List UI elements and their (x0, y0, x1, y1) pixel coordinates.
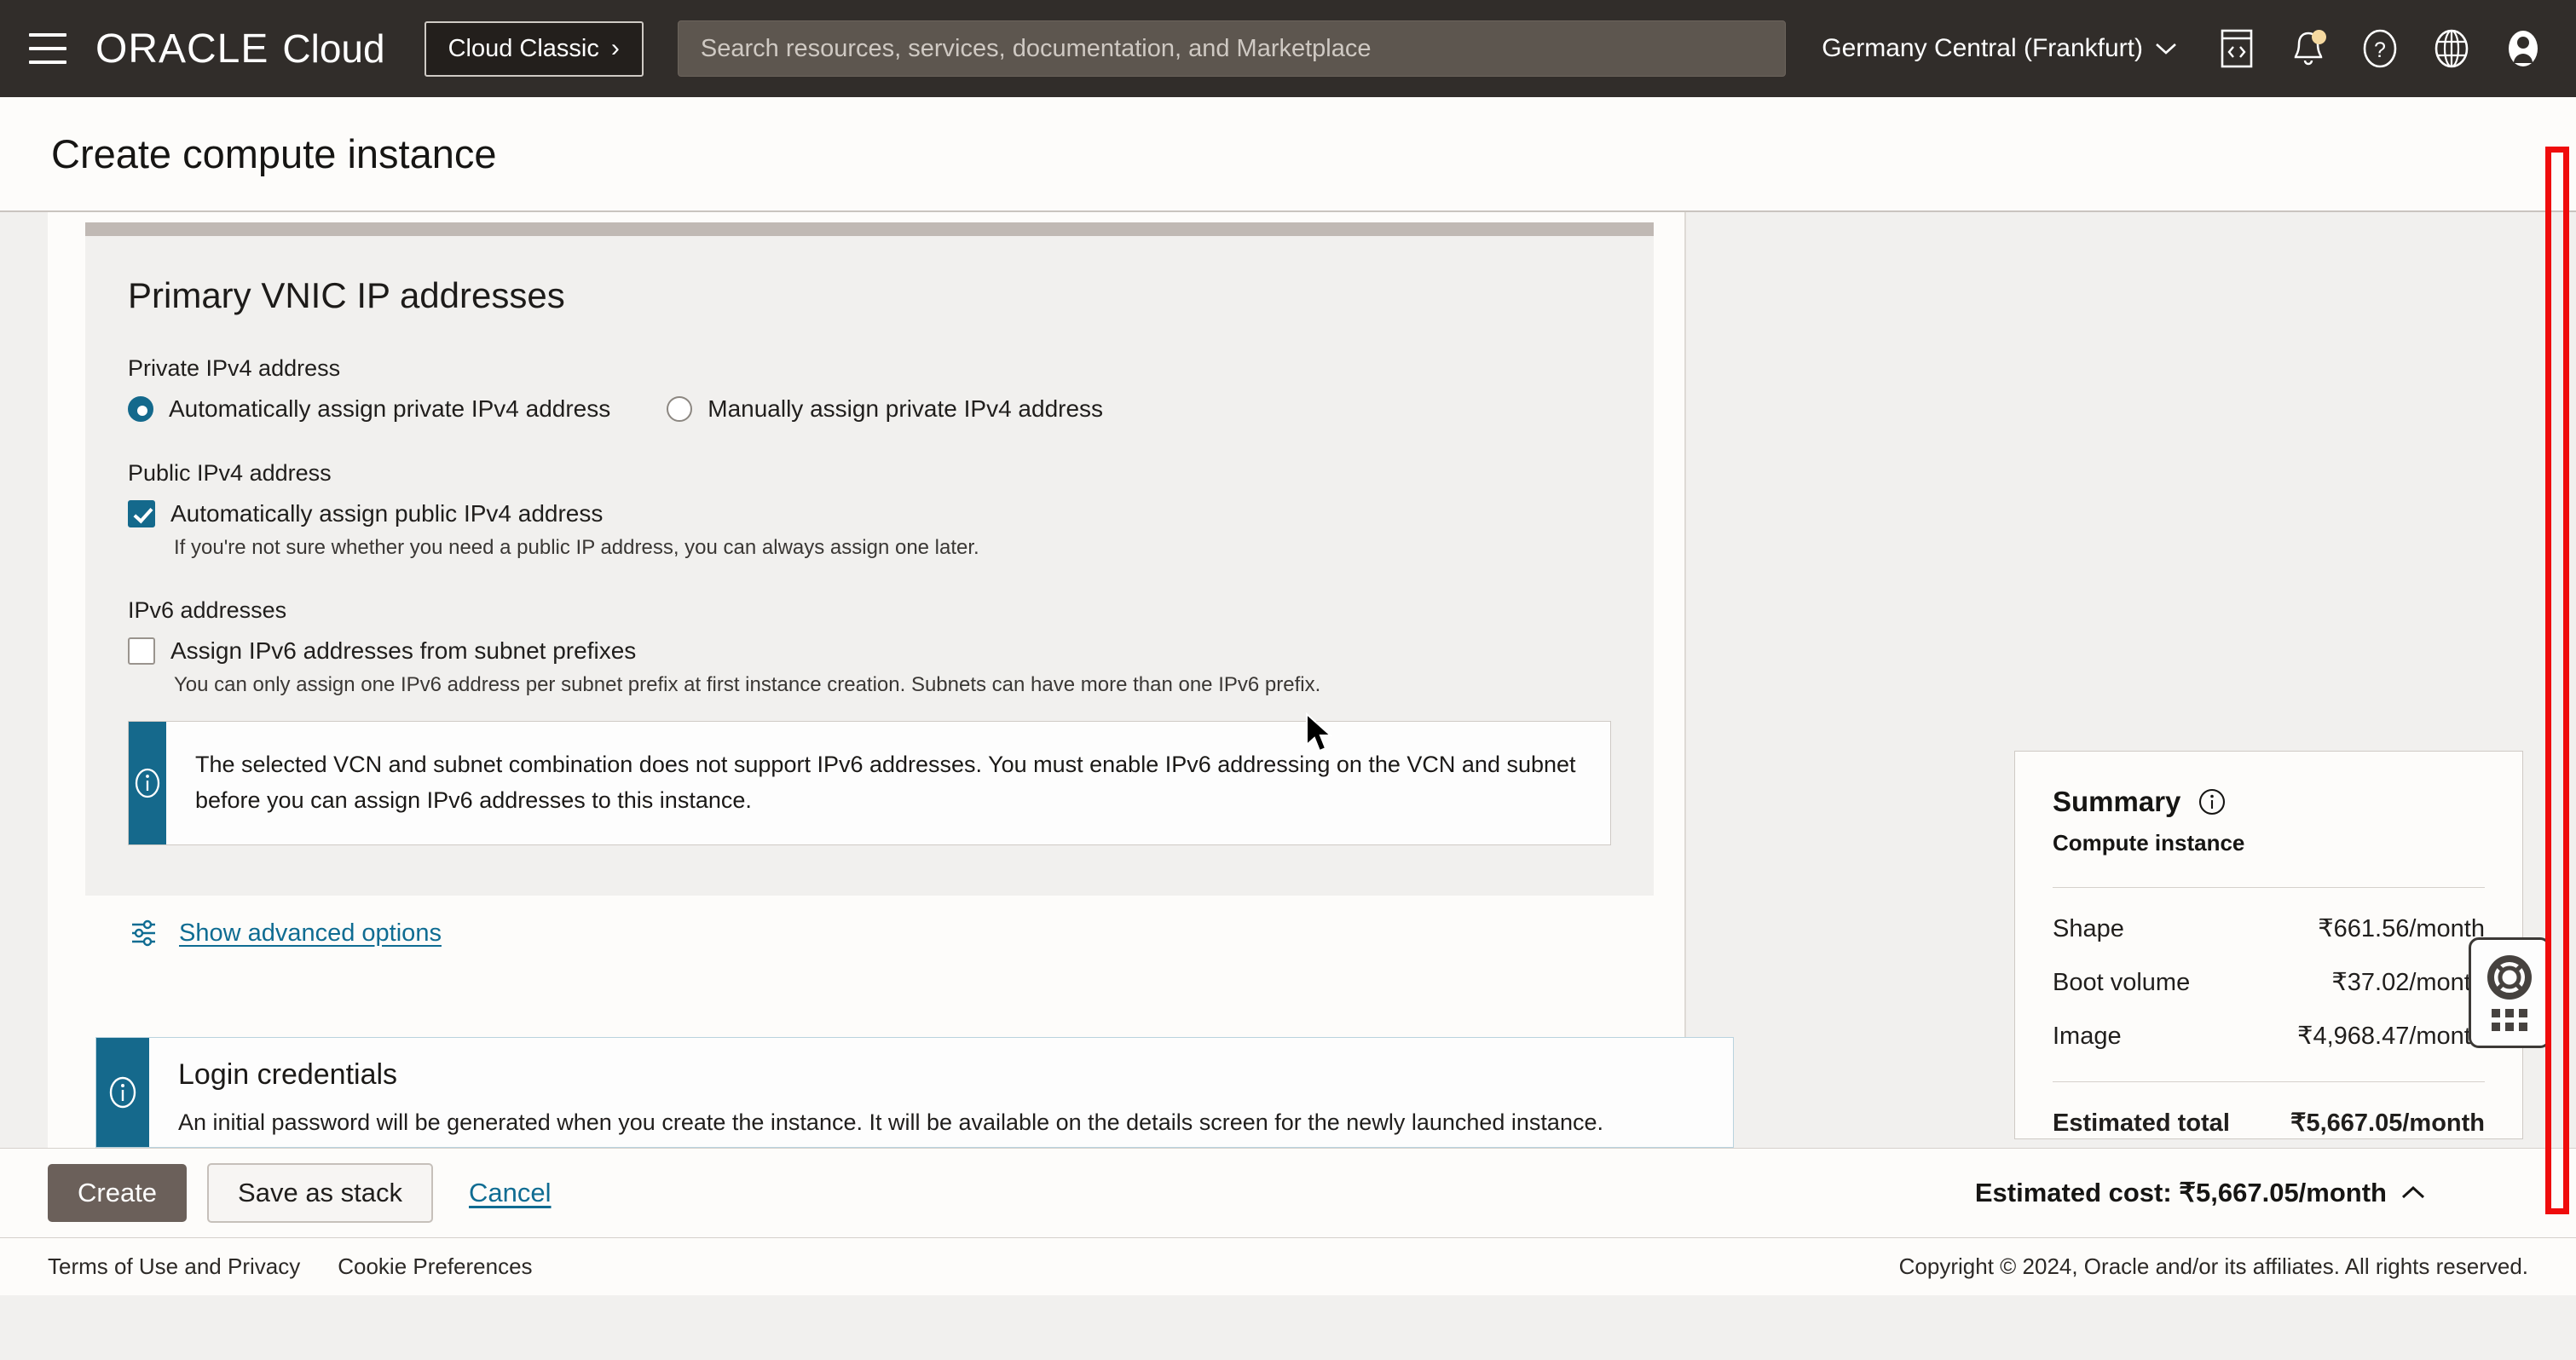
estimated-cost-label: Estimated cost: ₹5,667.05/month (1975, 1178, 2387, 1208)
checkbox-indicator[interactable] (128, 500, 155, 527)
radio-auto-private-ipv4[interactable]: Automatically assign private IPv4 addres… (128, 395, 610, 423)
svg-text:?: ? (2374, 38, 2386, 62)
notifications-bell-icon[interactable] (2284, 25, 2332, 72)
show-advanced-options-row[interactable]: Show advanced options (130, 918, 442, 948)
summary-title: Summary (2053, 786, 2180, 818)
section-title: Primary VNIC IP addresses (128, 275, 1611, 316)
show-advanced-options-link[interactable]: Show advanced options (179, 919, 442, 948)
top-navigation-bar: ORACLE Cloud Cloud Classic › Germany Cen… (0, 0, 2576, 97)
summary-row-key: Boot volume (2053, 969, 2190, 997)
private-ipv4-label: Private IPv4 address (128, 355, 1611, 382)
radio-label: Manually assign private IPv4 address (708, 395, 1103, 423)
summary-row-shape: Shape ₹661.56/month (2053, 913, 2485, 943)
code-editor-icon[interactable] (2213, 25, 2261, 72)
divider (2053, 1081, 2485, 1082)
info-circle-icon[interactable] (2198, 787, 2227, 816)
info-circle-icon (96, 1038, 149, 1147)
radio-label: Automatically assign private IPv4 addres… (169, 395, 610, 423)
ipv6-label: IPv6 addresses (128, 597, 1611, 624)
summary-panel: Summary Compute instance Shape ₹661.56/m… (2014, 751, 2523, 1139)
info-circle-icon (129, 722, 166, 844)
summary-header: Summary (2053, 786, 2485, 818)
public-ipv4-helper-text: If you're not sure whether you need a pu… (174, 536, 1611, 560)
checkbox-indicator[interactable] (128, 637, 155, 665)
main-content-region: Primary VNIC IP addresses Private IPv4 a… (0, 212, 2576, 1148)
oracle-wordmark: ORACLE (95, 26, 269, 72)
summary-total-key: Estimated total (2053, 1109, 2230, 1138)
login-credentials-title: Login credentials (178, 1058, 1603, 1092)
radio-indicator[interactable] (667, 396, 692, 422)
search-input[interactable] (678, 20, 1786, 77)
summary-row-key: Image (2053, 1023, 2122, 1051)
checkbox-auto-public-ipv4[interactable]: Automatically assign public IPv4 address (128, 500, 1611, 527)
annotation-highlight-rectangle (2545, 147, 2569, 1214)
terms-of-use-link[interactable]: Terms of Use and Privacy (48, 1253, 300, 1280)
summary-row-value: ₹4,968.47/month (2297, 1021, 2485, 1051)
summary-row-boot-volume: Boot volume ₹37.02/month (2053, 967, 2485, 997)
ipv6-info-banner: The selected VCN and subnet combination … (128, 721, 1611, 845)
bottom-action-bar: Create Save as stack Cancel Estimated co… (0, 1148, 2576, 1237)
copyright-text: Copyright © 2024, Oracle and/or its affi… (1899, 1253, 2528, 1280)
hamburger-menu-icon[interactable] (29, 33, 66, 64)
floating-help-widget[interactable] (2469, 937, 2550, 1048)
cookie-preferences-link[interactable]: Cookie Preferences (338, 1253, 532, 1280)
horizontal-scrollbar[interactable] (85, 222, 1654, 236)
info-banner-text: The selected VCN and subnet combination … (166, 722, 1610, 844)
oracle-cloud-logo[interactable]: ORACLE Cloud (95, 26, 385, 72)
cancel-button[interactable]: Cancel (469, 1178, 552, 1208)
notification-badge-dot (2312, 30, 2326, 44)
ipv6-group: IPv6 addresses Assign IPv6 addresses fro… (128, 597, 1611, 697)
checkbox-label: Automatically assign public IPv4 address (170, 500, 603, 527)
summary-row-estimated-total: Estimated total ₹5,667.05/month (2053, 1108, 2485, 1138)
private-ipv4-radio-group: Automatically assign private IPv4 addres… (128, 395, 1611, 423)
dot-grid-icon (2492, 1009, 2527, 1031)
help-question-icon[interactable]: ? (2356, 25, 2404, 72)
summary-subtitle: Compute instance (2053, 830, 2485, 856)
page-footer: Terms of Use and Privacy Cookie Preferen… (0, 1237, 2576, 1295)
private-ipv4-group: Private IPv4 address Automatically assig… (128, 355, 1611, 423)
chevron-down-icon (2155, 42, 2177, 55)
page-title: Create compute instance (51, 130, 497, 177)
save-as-stack-button[interactable]: Save as stack (207, 1163, 433, 1223)
primary-vnic-section: Primary VNIC IP addresses Private IPv4 a… (85, 222, 1654, 896)
radio-indicator[interactable] (128, 396, 153, 422)
radio-manual-private-ipv4[interactable]: Manually assign private IPv4 address (667, 395, 1103, 423)
region-label: Germany Central (Frankfurt) (1822, 34, 2143, 63)
chevron-right-icon: › (611, 36, 620, 61)
user-avatar-icon[interactable] (2499, 25, 2547, 72)
summary-row-value: ₹37.02/month (2331, 967, 2485, 997)
login-credentials-line1: An initial password will be generated wh… (178, 1105, 1603, 1140)
login-credentials-line2: You must reset the password when you sig… (178, 1140, 1603, 1149)
summary-row-image: Image ₹4,968.47/month (2053, 1021, 2485, 1051)
region-selector[interactable]: Germany Central (Frankfurt) (1822, 34, 2177, 63)
sliders-settings-icon (130, 918, 160, 948)
life-preserver-icon (2486, 954, 2533, 1000)
nav-right-cluster: Germany Central (Frankfurt) ? (1822, 25, 2547, 72)
page-header: Create compute instance (0, 97, 2576, 212)
login-credentials-body: Login credentials An initial password wi… (149, 1038, 1632, 1147)
divider (2053, 887, 2485, 888)
create-button[interactable]: Create (48, 1164, 187, 1222)
estimated-cost-toggle[interactable]: Estimated cost: ₹5,667.05/month (1975, 1178, 2426, 1208)
summary-row-value: ₹661.56/month (2318, 913, 2485, 943)
summary-row-key: Shape (2053, 915, 2124, 943)
checkbox-label: Assign IPv6 addresses from subnet prefix… (170, 637, 636, 665)
form-content-card: Primary VNIC IP addresses Private IPv4 a… (48, 212, 1686, 1148)
chevron-up-icon (2400, 1185, 2426, 1201)
language-globe-icon[interactable] (2428, 25, 2475, 72)
public-ipv4-label: Public IPv4 address (128, 460, 1611, 487)
checkbox-assign-ipv6[interactable]: Assign IPv6 addresses from subnet prefix… (128, 637, 1611, 665)
public-ipv4-group: Public IPv4 address Automatically assign… (128, 460, 1611, 560)
login-credentials-banner: Login credentials An initial password wi… (95, 1037, 1734, 1148)
cloud-classic-button[interactable]: Cloud Classic › (425, 21, 644, 77)
cloud-classic-label: Cloud Classic (448, 35, 599, 63)
cloud-wordmark: Cloud (282, 26, 384, 72)
ipv6-helper-text: You can only assign one IPv6 address per… (174, 673, 1611, 697)
summary-total-value: ₹5,667.05/month (2290, 1108, 2485, 1138)
